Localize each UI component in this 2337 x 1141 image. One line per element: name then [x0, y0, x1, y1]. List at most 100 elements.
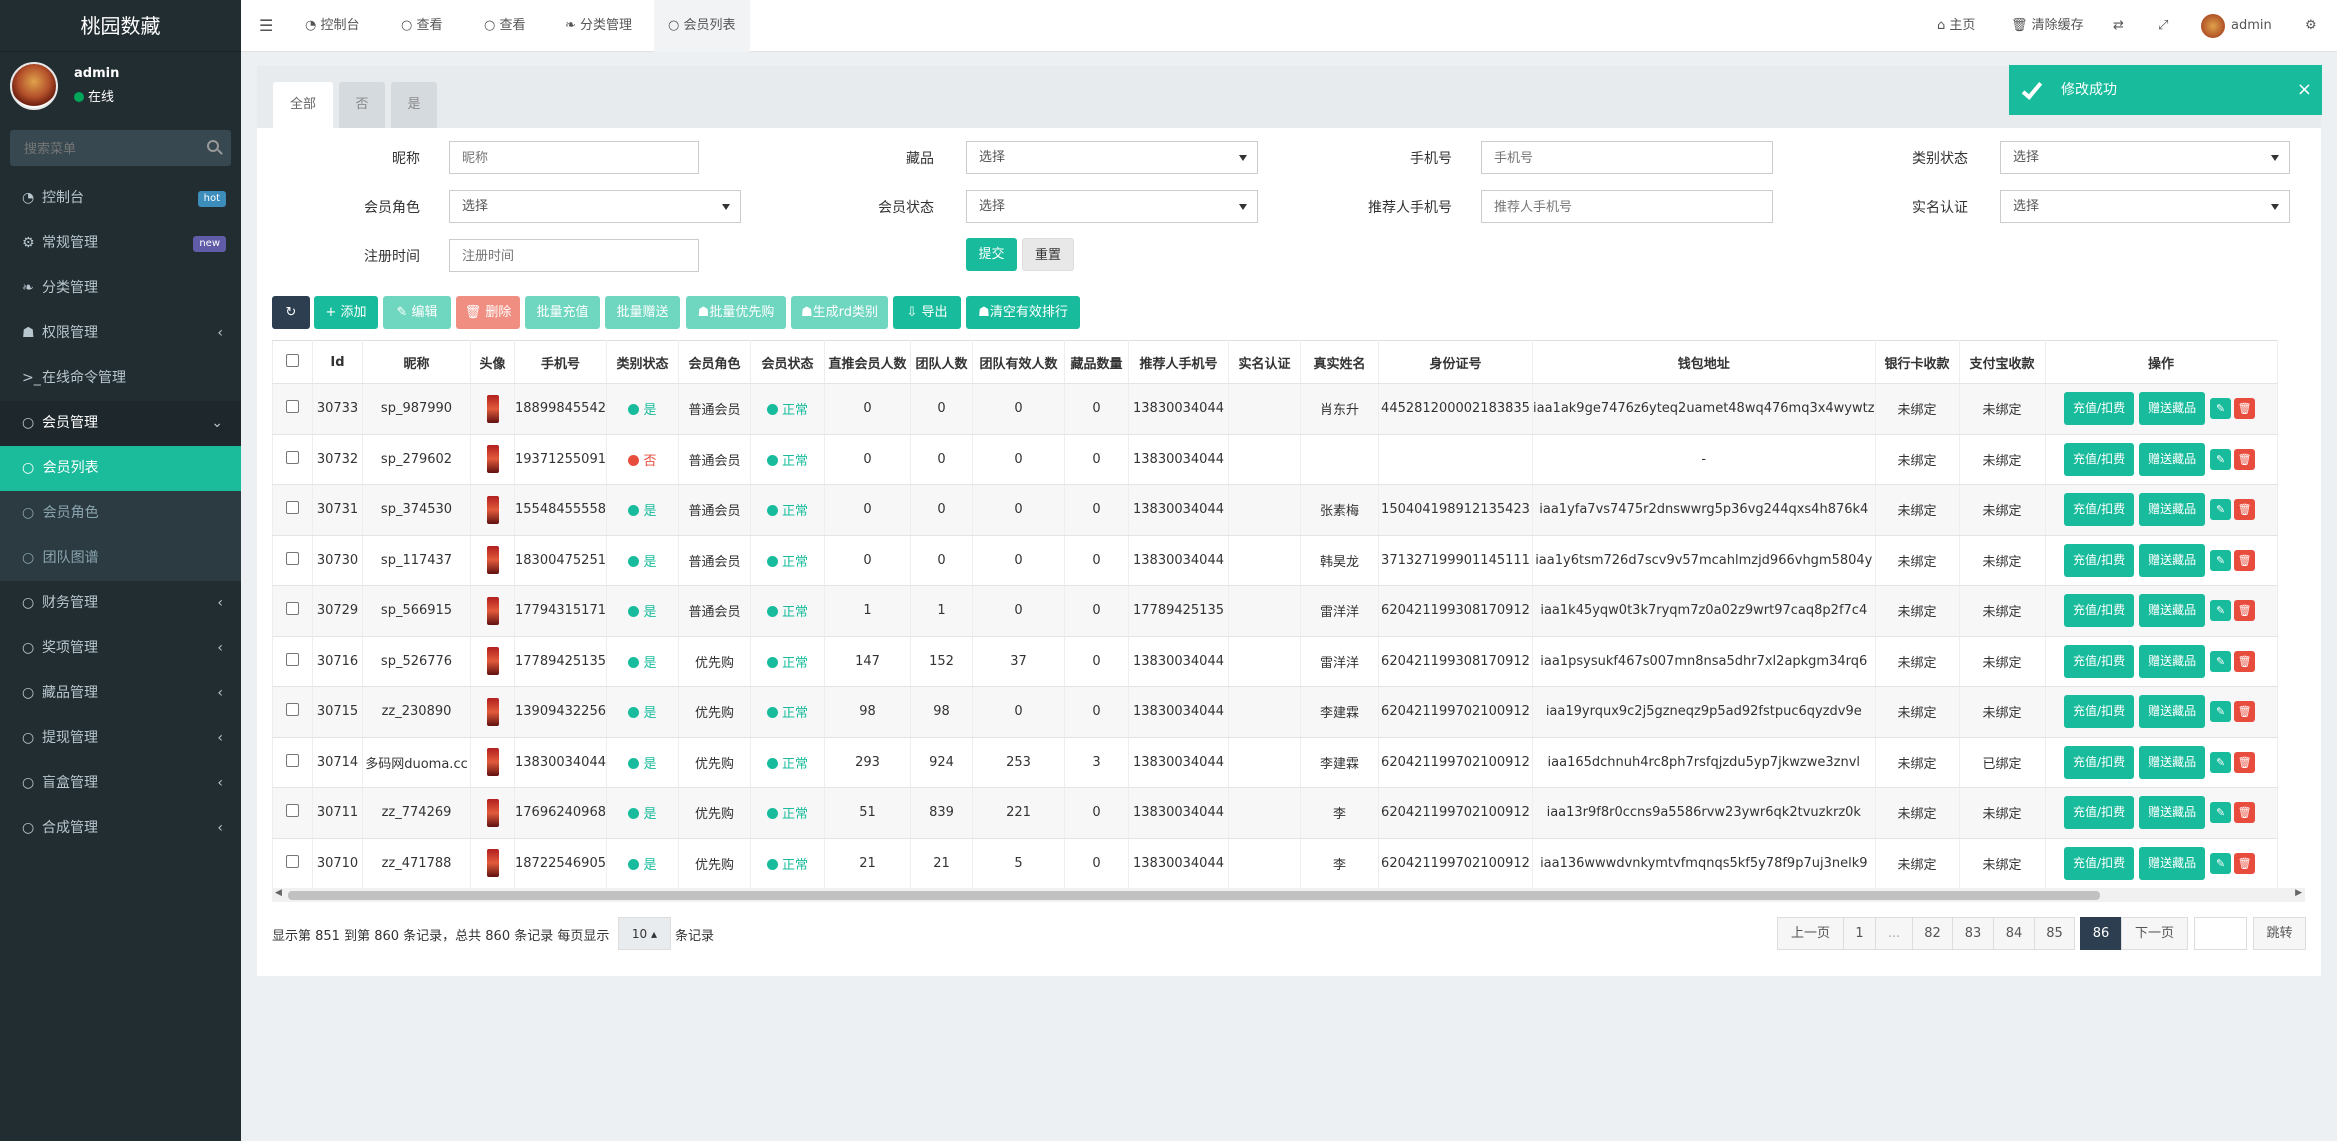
jump-page-input[interactable]: [2194, 917, 2247, 950]
edit-pencil-icon[interactable]: ✎: [2210, 751, 2232, 773]
filter-tab-no[interactable]: 否: [339, 82, 385, 128]
page-83[interactable]: 83: [1952, 917, 1994, 950]
recharge-button[interactable]: 充值/扣费: [2064, 796, 2135, 830]
delete-trash-icon[interactable]: 🗑: [2234, 650, 2256, 672]
sidebar-subitem-1[interactable]: ○ 会员角色: [0, 491, 241, 536]
row-select[interactable]: [272, 636, 313, 687]
delete-button[interactable]: 🗑 删除: [456, 296, 520, 329]
sidebar-rest-item-0[interactable]: ○ 财务管理 ‹: [0, 581, 241, 626]
page-size-dropdown[interactable]: 10 ▴: [618, 917, 671, 950]
row-select[interactable]: [272, 737, 313, 788]
checkbox[interactable]: [286, 353, 299, 367]
submit-button[interactable]: 提交: [966, 238, 1017, 271]
edit-pencil-icon[interactable]: ✎: [2210, 499, 2232, 521]
sidebar-item-4[interactable]: >_在线命令管理: [0, 356, 241, 401]
row-select[interactable]: [272, 787, 313, 839]
avatar[interactable]: [486, 748, 499, 777]
edit-pencil-icon[interactable]: ✎: [2210, 852, 2232, 874]
edit-pencil-icon[interactable]: ✎: [2210, 650, 2232, 672]
refresh-button[interactable]: ↻: [272, 296, 310, 329]
delete-trash-icon[interactable]: 🗑: [2234, 852, 2256, 874]
gift-collection-button[interactable]: 赠送藏品: [2139, 846, 2206, 880]
avatar[interactable]: [486, 697, 499, 726]
delete-trash-icon[interactable]: 🗑: [2234, 398, 2256, 420]
scroll-left-icon[interactable]: ◀: [275, 888, 282, 898]
menu-toggle-icon[interactable]: ☰: [259, 0, 273, 52]
export-button[interactable]: ⇩ 导出: [893, 296, 961, 329]
jump-button[interactable]: 跳转: [2253, 917, 2306, 950]
delete-trash-icon[interactable]: 🗑: [2234, 448, 2256, 470]
edit-pencil-icon[interactable]: ✎: [2210, 802, 2232, 824]
sidebar-item-0[interactable]: ◔ 控制台 hot: [0, 176, 241, 221]
horizontal-scrollbar[interactable]: ◀ ▶: [272, 888, 2305, 902]
reset-button[interactable]: 重置: [1022, 238, 1074, 271]
tab-dashboard[interactable]: ◔ 控制台: [305, 0, 360, 52]
prev-page-button[interactable]: 上一页: [1777, 917, 1844, 950]
sidebar-rest-item-2[interactable]: ○ 藏品管理 ‹: [0, 671, 241, 716]
sidebar-rest-item-5[interactable]: ○ 合成管理 ‹: [0, 806, 241, 851]
filter-tab-all[interactable]: 全部: [273, 82, 333, 128]
app-logo[interactable]: 桃园数藏: [0, 0, 241, 52]
checkbox[interactable]: [286, 703, 299, 717]
edit-button[interactable]: ✎ 编辑: [383, 296, 451, 329]
avatar[interactable]: [486, 394, 499, 423]
close-icon[interactable]: ×: [2297, 65, 2312, 115]
row-select[interactable]: [272, 585, 313, 637]
checkbox[interactable]: [286, 602, 299, 616]
avatar[interactable]: [486, 596, 499, 625]
sidebar-item-2[interactable]: ❧ 分类管理: [0, 266, 241, 311]
edit-pencil-icon[interactable]: ✎: [2210, 398, 2232, 420]
phone-input[interactable]: [1481, 141, 1773, 174]
row-select[interactable]: [272, 484, 313, 536]
recharge-button[interactable]: 充值/扣费: [2064, 745, 2135, 779]
gift-collection-button[interactable]: 赠送藏品: [2139, 745, 2206, 779]
edit-pencil-icon[interactable]: ✎: [2210, 549, 2232, 571]
batch-recharge-button[interactable]: 批量充值: [525, 296, 600, 329]
tab-category[interactable]: ❧ 分类管理: [565, 0, 632, 52]
settings-gear-icon[interactable]: ⚙: [2305, 0, 2317, 52]
recharge-button[interactable]: 充值/扣费: [2064, 493, 2135, 527]
checkbox[interactable]: [286, 400, 299, 414]
page-82[interactable]: 82: [1912, 917, 1953, 950]
clear-rank-button[interactable]: ☗清空有效排行: [966, 296, 1080, 329]
add-button[interactable]: + 添加: [314, 296, 378, 329]
sidebar-item-1[interactable]: ⚙ 常规管理 new: [0, 221, 241, 266]
delete-trash-icon[interactable]: 🗑: [2234, 549, 2256, 571]
menu-search-input[interactable]: [10, 130, 231, 166]
clear-cache-button[interactable]: 🗑 清除缓存: [2011, 0, 2084, 52]
recharge-button[interactable]: 充值/扣费: [2064, 846, 2135, 880]
recharge-button[interactable]: 充值/扣费: [2064, 594, 2135, 628]
page-85[interactable]: 85: [2034, 917, 2075, 950]
role-select[interactable]: 选择: [449, 190, 741, 223]
checkbox[interactable]: [286, 652, 299, 666]
search-icon[interactable]: [207, 140, 219, 152]
collection-select[interactable]: 选择: [966, 141, 1258, 174]
avatar[interactable]: [486, 546, 499, 575]
recharge-button[interactable]: 充值/扣费: [2064, 695, 2135, 729]
checkbox[interactable]: [286, 753, 299, 767]
batch-gift-button[interactable]: 批量赠送: [605, 296, 680, 329]
edit-pencil-icon[interactable]: ✎: [2210, 600, 2232, 622]
select-all-checkbox[interactable]: [272, 340, 313, 384]
page-1[interactable]: 1: [1843, 917, 1876, 950]
nickname-input[interactable]: [449, 141, 699, 174]
gen-type-button[interactable]: ☗生成rd类别: [791, 296, 888, 329]
row-select[interactable]: [272, 686, 313, 738]
avatar[interactable]: [486, 849, 499, 878]
recharge-button[interactable]: 充值/扣费: [2064, 644, 2135, 678]
fullscreen-icon[interactable]: ⤢: [2158, 0, 2168, 52]
checkbox[interactable]: [286, 804, 299, 818]
delete-trash-icon[interactable]: 🗑: [2234, 600, 2256, 622]
avatar[interactable]: [486, 495, 499, 524]
page-86[interactable]: 86: [2080, 917, 2122, 950]
page-84[interactable]: 84: [1993, 917, 2035, 950]
regtime-input[interactable]: [449, 239, 699, 272]
delete-trash-icon[interactable]: 🗑: [2234, 751, 2256, 773]
tab-view-2[interactable]: ○ 查看: [484, 0, 526, 52]
avatar[interactable]: [486, 647, 499, 676]
gift-collection-button[interactable]: 赠送藏品: [2139, 695, 2206, 729]
tab-view-1[interactable]: ○ 查看: [401, 0, 443, 52]
realname-select[interactable]: 选择: [2000, 190, 2290, 223]
gift-collection-button[interactable]: 赠送藏品: [2139, 644, 2206, 678]
gift-collection-button[interactable]: 赠送藏品: [2139, 493, 2206, 527]
